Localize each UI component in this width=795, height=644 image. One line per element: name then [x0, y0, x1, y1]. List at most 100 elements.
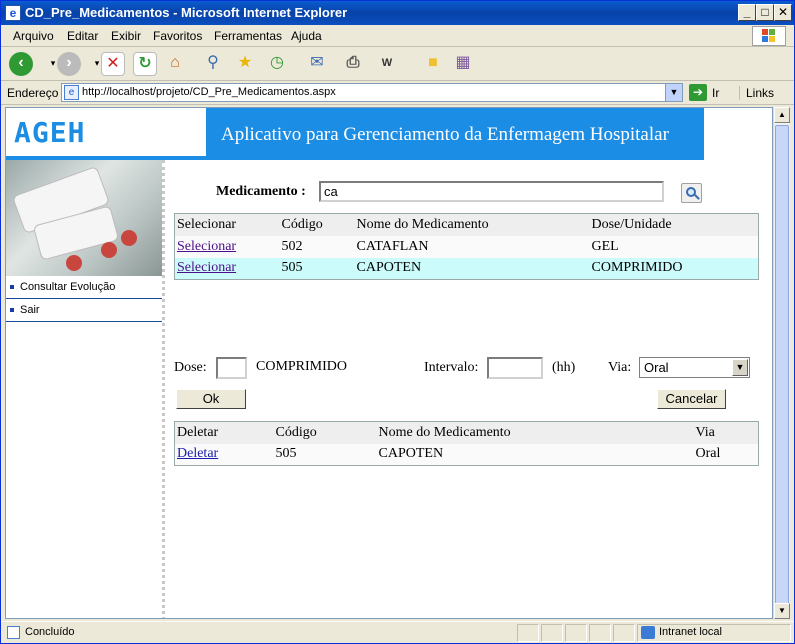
- via-selected-value: Oral: [644, 360, 669, 375]
- go-arrow-icon[interactable]: ➔: [689, 84, 707, 101]
- page-done-icon: [7, 626, 20, 639]
- sidebar-item-sair[interactable]: Sair: [6, 299, 162, 322]
- address-bar: Endereço e http://localhost/projeto/CD_P…: [1, 81, 794, 105]
- search-icon[interactable]: ⚲: [201, 52, 225, 76]
- window-title: CD_Pre_Medicamentos - Microsoft Internet…: [25, 5, 348, 20]
- table-row-selected: Selecionar 505 CAPOTEN COMPRIMIDO: [174, 257, 759, 280]
- sidebar-divider: [162, 160, 165, 618]
- red-pill: [66, 255, 82, 271]
- address-input[interactable]: e http://localhost/projeto/CD_Pre_Medica…: [61, 83, 683, 102]
- minimize-button[interactable]: _: [738, 4, 756, 21]
- edit-icon[interactable]: W: [375, 52, 399, 76]
- status-segment: [517, 624, 539, 642]
- menu-ajuda[interactable]: Ajuda: [291, 29, 322, 43]
- forward-icon[interactable]: ›: [57, 52, 81, 76]
- intervalo-input[interactable]: [487, 357, 543, 379]
- chevron-down-icon[interactable]: ▼: [732, 359, 748, 376]
- ok-button[interactable]: Ok: [176, 389, 246, 409]
- browser-window: e CD_Pre_Medicamentos - Microsoft Intern…: [0, 0, 795, 644]
- page-icon: e: [64, 85, 79, 100]
- status-segment: [541, 624, 563, 642]
- menu-arquivo[interactable]: Arquivo: [13, 29, 54, 43]
- cell-dose: COMPRIMIDO: [589, 257, 759, 280]
- scroll-up-icon[interactable]: ▲: [774, 107, 790, 123]
- print-icon[interactable]: ⎙: [341, 52, 365, 76]
- menu-editar[interactable]: Editar: [67, 29, 98, 43]
- banner-title: Aplicativo para Gerenciamento da Enferma…: [221, 124, 669, 145]
- cell-nome: CAPOTEN: [354, 257, 590, 280]
- toolbar: ‹ ▾ › ▾ ✕ ↻ ⌂ ⚲ ★ ◷ ✉ ⎙ W ■ ▦: [1, 47, 794, 81]
- header-codigo: Código: [273, 421, 377, 444]
- cell-codigo: 505: [273, 443, 377, 466]
- via-select[interactable]: Oral ▼: [639, 357, 750, 378]
- results-table: Selecionar Código Nome do Medicamento Do…: [174, 213, 759, 280]
- sidebar-item-label: Sair: [20, 304, 40, 316]
- logo-area: AGEH: [6, 108, 206, 160]
- header-codigo: Código: [279, 213, 355, 236]
- intranet-icon: [641, 626, 655, 639]
- header-selecionar: Selecionar: [174, 213, 280, 236]
- header-via: Via: [693, 421, 759, 444]
- title-bar: e CD_Pre_Medicamentos - Microsoft Intern…: [1, 1, 794, 25]
- intervalo-label: Intervalo:: [424, 360, 479, 375]
- dose-label: Dose:: [174, 360, 207, 375]
- cell-via: Oral: [693, 443, 759, 466]
- via-label: Via:: [608, 360, 632, 375]
- favorites-icon[interactable]: ★: [233, 52, 257, 76]
- search-button[interactable]: [681, 183, 702, 203]
- intervalo-unit: (hh): [552, 360, 576, 375]
- cell-codigo: 505: [279, 257, 355, 280]
- cell-dose: GEL: [589, 235, 759, 258]
- cancel-button[interactable]: Cancelar: [657, 389, 726, 409]
- address-label: Endereço: [7, 86, 59, 100]
- app-logo: AGEH: [14, 116, 86, 149]
- red-pill: [101, 242, 117, 258]
- medicamento-input[interactable]: ca: [319, 181, 664, 202]
- red-pill: [121, 230, 137, 246]
- selecionar-link[interactable]: Selecionar: [177, 260, 236, 275]
- menu-exibir[interactable]: Exibir: [111, 29, 141, 43]
- sidebar-item-label: Consultar Evolução: [20, 281, 116, 293]
- dose-unit: COMPRIMIDO: [256, 359, 348, 374]
- table-header-row: Deletar Código Nome do Medicamento Via: [174, 421, 759, 444]
- links-button[interactable]: Links: [739, 86, 774, 100]
- header-deletar: Deletar: [174, 421, 274, 444]
- deletar-link[interactable]: Deletar: [177, 446, 218, 461]
- table-header-row: Selecionar Código Nome do Medicamento Do…: [174, 213, 759, 236]
- address-dropdown-icon[interactable]: ▼: [665, 84, 682, 101]
- home-icon[interactable]: ⌂: [163, 52, 187, 76]
- page-viewport: Aplicativo para Gerenciamento da Enferma…: [5, 107, 773, 619]
- refresh-icon[interactable]: ↻: [133, 52, 157, 76]
- menu-favoritos[interactable]: Favoritos: [153, 29, 202, 43]
- windows-logo-icon: [752, 26, 786, 46]
- discuss-icon[interactable]: ■: [421, 52, 445, 76]
- table-row: Deletar 505 CAPOTEN Oral: [174, 443, 759, 466]
- stop-icon[interactable]: ✕: [101, 52, 125, 76]
- scroll-thumb[interactable]: [775, 125, 789, 617]
- dose-input[interactable]: [216, 357, 247, 379]
- magnifier-handle: [694, 194, 700, 200]
- scroll-down-icon[interactable]: ▼: [774, 603, 790, 619]
- maximize-button[interactable]: □: [756, 4, 774, 21]
- history-icon[interactable]: ◷: [265, 52, 289, 76]
- back-icon[interactable]: ‹: [9, 52, 33, 76]
- go-button[interactable]: Ir: [712, 86, 719, 100]
- status-segment: [613, 624, 635, 642]
- research-icon[interactable]: ▦: [451, 52, 475, 76]
- status-bar: Concluído Intranet local: [1, 621, 794, 643]
- close-button[interactable]: ✕: [774, 4, 792, 21]
- medicamento-label: Medicamento :: [216, 184, 306, 199]
- header-nome: Nome do Medicamento: [376, 421, 694, 444]
- sidebar-item-consultar-evolucao[interactable]: Consultar Evolução: [6, 276, 162, 299]
- table-row: Selecionar 502 CATAFLAN GEL: [174, 235, 759, 258]
- address-url: http://localhost/projeto/CD_Pre_Medicame…: [82, 86, 336, 98]
- prescribed-table: Deletar Código Nome do Medicamento Via D…: [174, 421, 759, 466]
- selecionar-link[interactable]: Selecionar: [177, 239, 236, 254]
- cell-codigo: 502: [279, 235, 355, 258]
- menu-ferramentas[interactable]: Ferramentas: [214, 29, 282, 43]
- zone-text: Intranet local: [659, 626, 722, 638]
- bullet-icon: [10, 285, 14, 289]
- mail-icon[interactable]: ✉: [305, 52, 329, 76]
- vertical-scrollbar[interactable]: ▲ ▼: [773, 107, 790, 619]
- medicine-photo: [6, 160, 162, 276]
